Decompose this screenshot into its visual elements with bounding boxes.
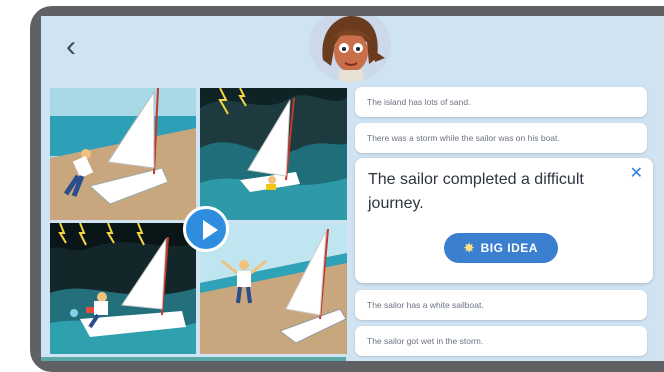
statement-card-3[interactable]: The sailor has a white sailboat. [355, 290, 647, 320]
big-idea-button[interactable]: ✸ BIG IDEA [444, 233, 558, 263]
chevron-left-icon: ‹ [66, 30, 76, 63]
lightbulb-icon: ✸ [464, 241, 475, 255]
comic-strip [50, 88, 347, 354]
comic-panel-beach-push [50, 88, 196, 220]
statement-text: The sailor has a white sailboat. [367, 300, 484, 310]
back-button[interactable]: ‹ [66, 32, 88, 62]
statement-text: The island has lots of sand. [367, 97, 471, 107]
play-button[interactable] [183, 206, 229, 252]
progress-bar [41, 357, 346, 361]
comic-panel-bailing-water [50, 223, 196, 354]
statement-card-1[interactable]: The island has lots of sand. [355, 87, 647, 117]
play-icon [203, 220, 218, 240]
statement-card-2[interactable]: There was a storm while the sailor was o… [355, 123, 647, 153]
selected-statement-card[interactable]: The sailor completed a difficult journey… [355, 158, 653, 283]
statement-card-4[interactable]: The sailor got wet in the storm. [355, 326, 647, 356]
statement-text: There was a storm while the sailor was o… [367, 133, 560, 143]
big-idea-label: BIG IDEA [480, 241, 538, 255]
close-button[interactable]: ✕ [630, 163, 643, 183]
statement-text: The sailor got wet in the storm. [367, 336, 484, 346]
avatar [309, 16, 391, 82]
app-screen: ‹ The island has lots of sand. There was… [41, 16, 664, 361]
selected-statement-text: The sailor completed a difficult journey… [368, 171, 584, 212]
comic-panel-storm-waves [200, 88, 347, 220]
girl-avatar-icon [313, 16, 387, 82]
close-icon: ✕ [629, 165, 643, 182]
